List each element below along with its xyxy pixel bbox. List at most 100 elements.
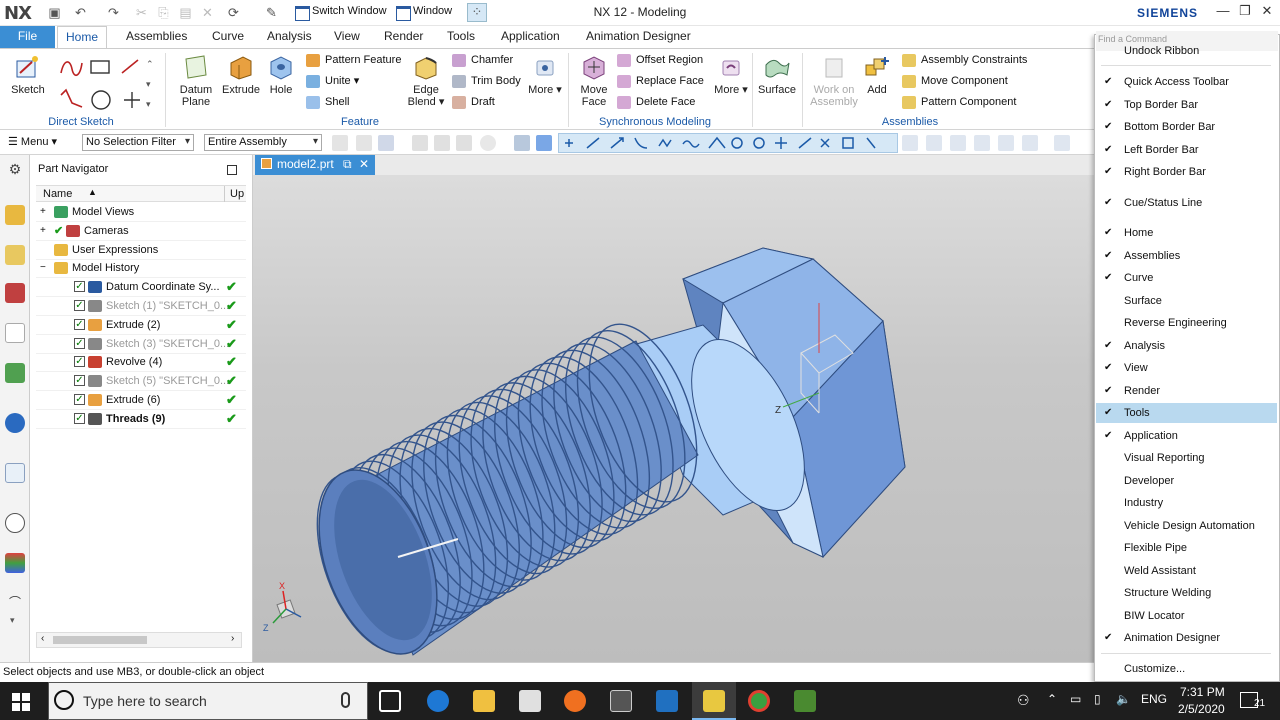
selection-filter-dropdown[interactable]: No Selection Filter (82, 134, 194, 151)
shading-icon[interactable] (1054, 135, 1070, 151)
column-up-header[interactable]: Up (230, 188, 244, 200)
minimize-icon[interactable]: — (1212, 3, 1234, 23)
filter-icon[interactable] (356, 135, 372, 151)
navigator-row[interactable]: ✓ Sketch (3) "SKETCH_0... ✔ (36, 335, 246, 354)
tab-home[interactable]: Home (57, 26, 108, 48)
rotate-icon[interactable] (950, 135, 966, 151)
menu-item-quick-access-toolbar[interactable]: ✔ Quick Access Toolbar (1096, 72, 1277, 92)
menu-item-animation-designer[interactable]: ✔ Animation Designer (1096, 628, 1277, 648)
menu-item-customize[interactable]: Customize... (1096, 659, 1277, 679)
part-navigator-icon[interactable] (5, 283, 25, 303)
visibility-checkbox[interactable]: ✓ (74, 318, 85, 330)
menu-item-vehicle-design-automation[interactable]: Vehicle Design Automation (1096, 516, 1277, 536)
snap-point-toolbar[interactable] (558, 133, 898, 153)
menu-item-top-border-bar[interactable]: ✔ Top Border Bar (1096, 95, 1277, 115)
tab-assemblies[interactable]: Assemblies (118, 26, 195, 48)
assembly-navigator-icon[interactable] (5, 205, 25, 225)
column-divider[interactable] (224, 186, 225, 202)
offset-region-button[interactable]: Offset Region (617, 51, 703, 70)
menu-item-right-border-bar[interactable]: ✔ Right Border Bar (1096, 162, 1277, 182)
menu-item-flexible-pipe[interactable]: Flexible Pipe (1096, 538, 1277, 558)
menu-item-weld-assistant[interactable]: Weld Assistant (1096, 561, 1277, 581)
language-indicator[interactable]: ENG (1141, 692, 1167, 706)
palette-icon[interactable] (5, 553, 25, 573)
navigator-row[interactable]: User Expressions (36, 241, 246, 260)
shell-button[interactable]: Shell (306, 93, 349, 112)
extrude-button[interactable]: Extrude (220, 51, 262, 117)
menu-item-industry[interactable]: Industry (1096, 493, 1277, 513)
volume-icon[interactable]: 🔈 (1116, 692, 1131, 706)
visibility-checkbox[interactable]: ✓ (74, 300, 85, 311)
edge-blend-button[interactable]: Edge Blend ▾ (404, 51, 448, 117)
menu-item-surface[interactable]: Surface (1096, 291, 1277, 311)
show-hidden-icon[interactable]: ⌃ (1047, 692, 1057, 706)
hole-button[interactable]: Hole (262, 51, 300, 117)
scroll-down-icon[interactable]: ▾ (10, 615, 15, 626)
close-icon[interactable]: ✕ (1256, 3, 1278, 23)
reuse-library-icon[interactable] (5, 323, 25, 343)
clock-date[interactable]: 2/5/2020 (1178, 702, 1225, 716)
history-icon[interactable] (5, 463, 25, 483)
battery-icon[interactable]: ▯ (1094, 692, 1101, 706)
close-tab-icon[interactable]: ✕ (359, 157, 369, 171)
menu-item-left-border-bar[interactable]: ✔ Left Border Bar (1096, 140, 1277, 160)
visibility-checkbox[interactable]: ✓ (74, 337, 85, 349)
menu-item-curve[interactable]: ✔ Curve (1096, 268, 1277, 288)
maximize-icon[interactable] (227, 165, 237, 175)
chamfer-button[interactable]: Chamfer (452, 51, 513, 70)
unite-button[interactable]: Unite ▾ (306, 72, 359, 91)
visibility-checkbox[interactable]: ✓ (74, 281, 85, 293)
navigator-row[interactable]: + ✔ Cameras (36, 222, 246, 241)
add-component-button[interactable]: Add (860, 51, 894, 117)
clock-time[interactable]: 7:31 PM (1180, 685, 1225, 699)
menu-item-tools[interactable]: ✔ Tools (1096, 403, 1277, 423)
app-icon[interactable] (794, 690, 816, 712)
menu-item-assemblies[interactable]: ✔ Assemblies (1096, 246, 1277, 266)
tab-curve[interactable]: Curve (204, 26, 252, 48)
menu-item-cue-status-line[interactable]: ✔ Cue/Status Line (1096, 193, 1277, 213)
pattern-component-button[interactable]: Pattern Component (902, 93, 1016, 112)
menu-item-analysis[interactable]: ✔ Analysis (1096, 336, 1277, 356)
visibility-checkbox[interactable]: ✓ (74, 394, 85, 405)
move-face-button[interactable]: Move Face (574, 51, 614, 117)
column-name-header[interactable]: Name (43, 188, 72, 200)
trim-body-button[interactable]: Trim Body (452, 72, 521, 91)
select-icon[interactable] (434, 135, 450, 151)
filter-icon[interactable] (332, 135, 348, 151)
menu-item-bottom-border-bar[interactable]: ✔ Bottom Border Bar (1096, 117, 1277, 137)
tab-file[interactable]: File (0, 26, 55, 48)
navigator-row[interactable]: + Model Views (36, 203, 246, 222)
selection-scope-dropdown[interactable]: Entire Assembly (204, 134, 322, 151)
navigator-row[interactable]: − Model History (36, 259, 246, 279)
menu-item-developer[interactable]: Developer (1096, 471, 1277, 491)
select-icon[interactable] (456, 135, 472, 151)
view-icon[interactable] (926, 135, 942, 151)
visibility-checkbox[interactable]: ✓ (74, 412, 85, 424)
menu-item-view[interactable]: ✔ View (1096, 358, 1277, 378)
taskbar-search[interactable]: Type here to search (48, 682, 368, 720)
tab-tools[interactable]: Tools (439, 26, 483, 48)
navigator-row[interactable]: ✓ Sketch (1) "SKETCH_0... ✔ (36, 297, 246, 316)
move-component-button[interactable]: Move Component (902, 72, 1008, 91)
tab-animation-designer[interactable]: Animation Designer (578, 26, 699, 48)
menu-button[interactable]: ☰ Menu ▾ (8, 135, 57, 148)
graphics-viewport[interactable]: Z X Z (253, 175, 1096, 662)
menu-item-reverse-engineering[interactable]: Reverse Engineering (1096, 313, 1277, 333)
snap-icon[interactable] (480, 135, 496, 151)
roles-icon[interactable]: ︵ (5, 585, 25, 605)
select-icon[interactable] (378, 135, 394, 151)
cube-icon[interactable] (514, 135, 530, 151)
scroll-thumb[interactable] (53, 636, 147, 644)
menu-item-undock-ribbon[interactable]: Undock Ribbon (1096, 41, 1277, 61)
menu-item-render[interactable]: ✔ Render (1096, 381, 1277, 401)
expand-toggle-icon[interactable]: + (40, 203, 46, 221)
feature-more-button[interactable]: More ▾ (526, 51, 564, 117)
view-icon[interactable] (998, 135, 1014, 151)
store-icon[interactable] (610, 690, 632, 712)
edge-browser-icon[interactable] (427, 690, 449, 712)
datum-plane-button[interactable]: Datum Plane (172, 51, 220, 117)
sync-more-button[interactable]: More ▾ (712, 51, 750, 117)
sketch-button[interactable]: Sketch (6, 51, 50, 117)
tab-model2[interactable]: model2.prt ⧉ ✕ (255, 155, 376, 175)
menu-item-home[interactable]: ✔ Home (1096, 223, 1277, 243)
